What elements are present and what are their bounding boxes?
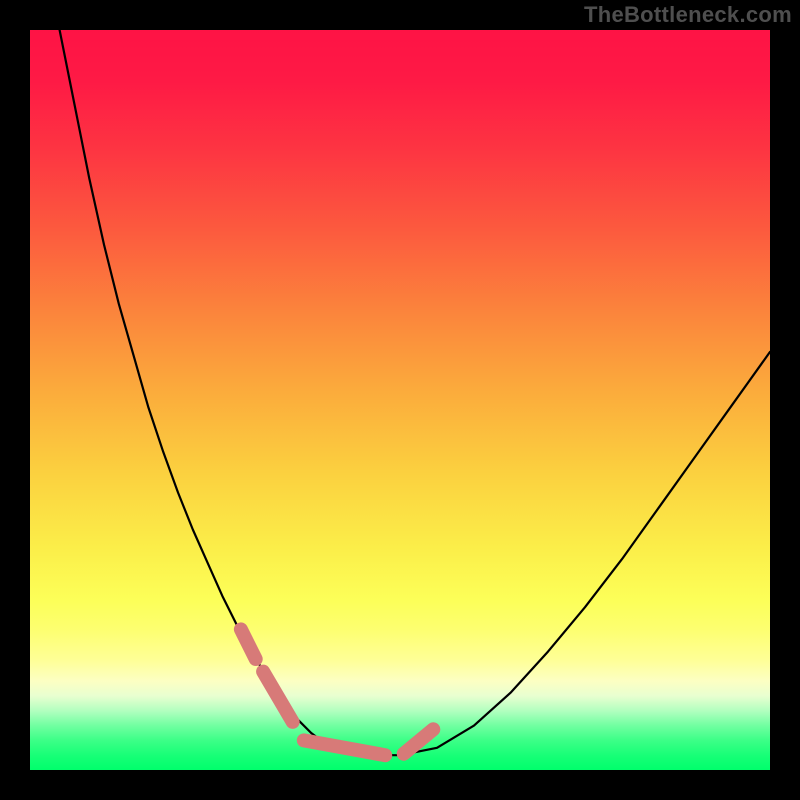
chart-frame: TheBottleneck.com	[0, 0, 800, 800]
marker-left-lower	[263, 672, 293, 722]
bottleneck-curve	[60, 30, 770, 755]
marker-segments	[241, 629, 433, 755]
plot-area	[30, 30, 770, 770]
marker-left-upper	[241, 629, 256, 659]
marker-valley	[304, 740, 385, 755]
curve-layer	[30, 30, 770, 770]
watermark-label: TheBottleneck.com	[584, 2, 792, 28]
